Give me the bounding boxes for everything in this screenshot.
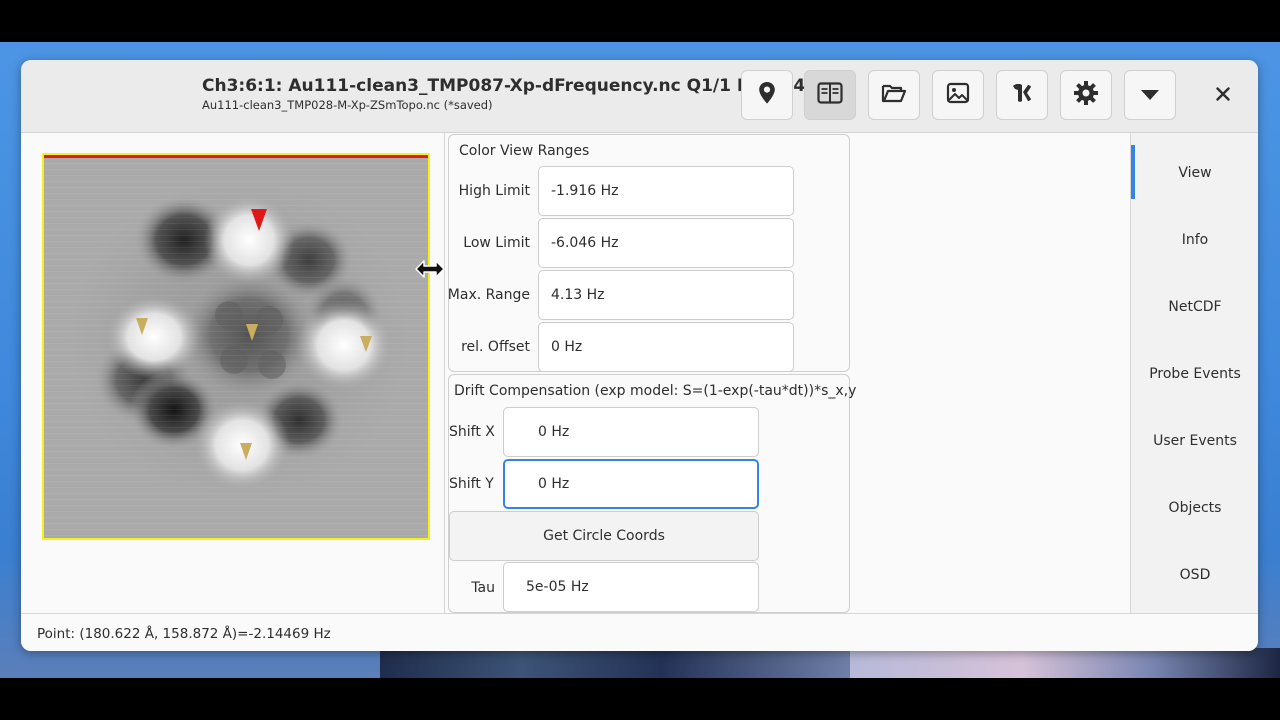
rel-offset-input[interactable] bbox=[539, 323, 793, 371]
scan-image-pane bbox=[21, 133, 443, 613]
location-button[interactable] bbox=[741, 70, 793, 120]
shift-x-entry[interactable] bbox=[503, 407, 759, 457]
sidebar-item-info[interactable]: Info bbox=[1131, 210, 1258, 270]
low-limit-input[interactable] bbox=[539, 219, 793, 267]
stack-sidebar: View Info NetCDF Probe Events User Event… bbox=[1130, 133, 1258, 613]
resize-cursor-icon bbox=[414, 258, 446, 280]
tools-icon bbox=[1010, 81, 1034, 109]
tau-label: Tau bbox=[471, 580, 495, 596]
low-limit-entry[interactable] bbox=[538, 218, 794, 268]
shift-y-entry[interactable] bbox=[503, 459, 759, 509]
image-icon bbox=[946, 82, 970, 108]
split-view-icon bbox=[817, 82, 843, 108]
open-folder-icon bbox=[881, 82, 907, 108]
scan-view-window: Ch3:6:1: Au111-clean3_TMP087-Xp-dFrequen… bbox=[21, 60, 1258, 651]
probe-marker bbox=[246, 324, 258, 341]
max-range-entry[interactable] bbox=[538, 270, 794, 320]
sidebar-item-netcdf[interactable]: NetCDF bbox=[1131, 277, 1258, 337]
shift-y-input[interactable] bbox=[505, 461, 757, 507]
probe-markers-layer bbox=[136, 209, 372, 460]
header-bar: Ch3:6:1: Au111-clean3_TMP087-Xp-dFrequen… bbox=[21, 60, 1258, 133]
high-limit-entry[interactable] bbox=[538, 166, 794, 216]
chevron-down-icon bbox=[1140, 86, 1160, 105]
sidebar-item-probe-events[interactable]: Probe Events bbox=[1131, 344, 1258, 404]
max-range-input[interactable] bbox=[539, 271, 793, 319]
view-settings-panel: Color View Ranges High Limit Low Limit M… bbox=[444, 133, 1132, 613]
tau-input[interactable] bbox=[504, 563, 758, 611]
desktop-wallpaper-detail-right bbox=[850, 648, 1280, 678]
high-limit-label: High Limit bbox=[458, 183, 530, 199]
sidebar-item-user-events[interactable]: User Events bbox=[1131, 411, 1258, 471]
close-icon bbox=[1216, 86, 1230, 105]
color-view-ranges-label: Color View Ranges bbox=[459, 143, 590, 159]
get-circle-coords-button[interactable]: Get Circle Coords bbox=[449, 511, 759, 561]
export-image-button[interactable] bbox=[932, 70, 984, 120]
settings-button[interactable] bbox=[1060, 70, 1112, 120]
close-button[interactable] bbox=[1203, 70, 1243, 120]
cursor-readout: Point: (180.622 Å, 158.872 Å)=-2.14469 H… bbox=[37, 626, 331, 642]
drift-compensation-label: Drift Compensation (exp model: S=(1-exp(… bbox=[454, 383, 857, 399]
shift-x-input[interactable] bbox=[504, 408, 758, 456]
status-bar: Point: (180.622 Å, 158.872 Å)=-2.14469 H… bbox=[21, 613, 1258, 651]
active-probe-marker bbox=[251, 209, 267, 231]
rel-offset-entry[interactable] bbox=[538, 322, 794, 372]
probe-marker bbox=[136, 318, 148, 335]
sidebar-item-objects[interactable]: Objects bbox=[1131, 478, 1258, 538]
high-limit-input[interactable] bbox=[539, 167, 793, 215]
low-limit-label: Low Limit bbox=[463, 235, 530, 251]
tools-button[interactable] bbox=[996, 70, 1048, 120]
scan-image[interactable] bbox=[42, 153, 430, 540]
gear-icon bbox=[1073, 80, 1099, 110]
split-view-button[interactable] bbox=[804, 70, 856, 120]
location-pin-icon bbox=[756, 81, 778, 109]
probe-marker bbox=[240, 443, 252, 460]
window-subtitle: Au111-clean3_TMP028-M-Xp-ZSmTopo.nc (*sa… bbox=[202, 98, 493, 112]
tau-entry[interactable] bbox=[503, 562, 759, 612]
max-range-label: Max. Range bbox=[447, 287, 530, 303]
open-folder-button[interactable] bbox=[868, 70, 920, 120]
desktop-wallpaper-detail bbox=[380, 648, 850, 678]
shift-y-label: Shift Y bbox=[449, 476, 494, 492]
menu-dropdown-button[interactable] bbox=[1124, 70, 1176, 120]
sidebar-item-osd[interactable]: OSD bbox=[1131, 545, 1258, 605]
rel-offset-label: rel. Offset bbox=[461, 339, 530, 355]
shift-x-label: Shift X bbox=[449, 424, 495, 440]
sidebar-item-view[interactable]: View bbox=[1131, 143, 1258, 203]
probe-marker bbox=[360, 336, 372, 352]
window-title: Ch3:6:1: Au111-clean3_TMP087-Xp-dFrequen… bbox=[202, 76, 813, 96]
